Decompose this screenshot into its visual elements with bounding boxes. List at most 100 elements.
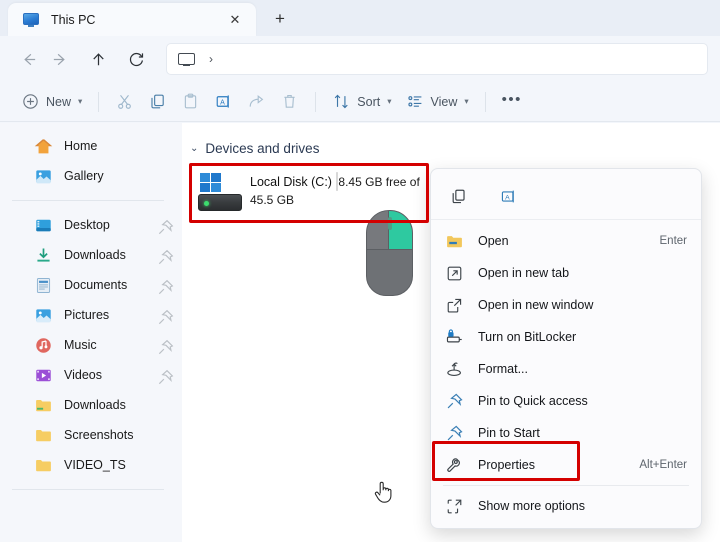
sidebar-item-music[interactable]: Music (0, 330, 182, 360)
pin-icon (445, 392, 464, 411)
pin-icon[interactable] (156, 308, 174, 325)
ellipsis-icon: ••• (501, 91, 522, 108)
sidebar-item-video-ts[interactable]: VIDEO_TS (0, 450, 182, 480)
sidebar-item-pictures[interactable]: Pictures (0, 300, 182, 330)
context-menu-item-label: Format... (478, 362, 529, 376)
group-header-devices-and-drives[interactable]: ⌄ Devices and drives (190, 141, 720, 156)
sidebar-item-label: Desktop (64, 218, 110, 232)
context-menu-toolbar: A (431, 174, 701, 220)
sidebar-item-label: Screenshots (64, 428, 134, 442)
sidebar-item-gallery[interactable]: Gallery (0, 161, 182, 191)
breadcrumb-separator[interactable]: › (209, 52, 213, 66)
sidebar-item-screenshots[interactable]: Screenshots (0, 420, 182, 450)
navigation-pane: Home Gallery Desktop Downloads Documents… (0, 123, 182, 542)
context-menu-item-turn-on-bitlocker[interactable]: Turn on BitLocker (431, 321, 701, 353)
documents-icon (34, 276, 52, 294)
cut-button[interactable] (108, 87, 141, 117)
view-button[interactable]: View ▾ (399, 87, 476, 117)
context-menu-item-label: Open (478, 234, 509, 248)
sidebar-item-downloads-folder[interactable]: Downloads (0, 390, 182, 420)
sidebar-item-label: Home (64, 139, 98, 153)
rename-button[interactable]: A (207, 87, 240, 117)
view-label: View (430, 94, 458, 109)
paste-button[interactable] (174, 87, 207, 117)
tab-strip: This PC ✕ + (0, 0, 720, 36)
context-menu-item-open-in-new-tab[interactable]: Open in new tab (431, 257, 701, 289)
pin-icon[interactable] (156, 278, 174, 295)
context-menu-item-format[interactable]: Format... (431, 353, 701, 385)
context-menu-item-shortcut: Enter (659, 235, 688, 247)
sidebar-item-documents[interactable]: Documents (0, 270, 182, 300)
desktop-icon (34, 216, 52, 234)
chevron-down-icon[interactable]: ▾ (78, 96, 82, 107)
context-menu-item-label: Pin to Start (478, 426, 540, 440)
open-new-window-icon (445, 296, 464, 315)
sidebar-item-label: VIDEO_TS (64, 458, 126, 472)
pin-icon (445, 424, 464, 443)
chevron-down-icon[interactable]: ⌄ (190, 143, 198, 154)
context-menu: A Open Enter Open in new tab Open in new… (430, 168, 702, 529)
copy-icon[interactable] (443, 182, 473, 212)
sort-button[interactable]: Sort ▾ (325, 87, 398, 117)
back-arrow-icon[interactable] (12, 43, 44, 75)
music-icon (34, 336, 52, 354)
divider (484, 91, 486, 112)
this-pc-icon (22, 11, 40, 29)
sidebar-item-videos[interactable]: Videos (0, 360, 182, 390)
drive-name: Local Disk (C:) (250, 175, 332, 189)
new-tab-button[interactable]: + (265, 4, 295, 34)
context-menu-item-open[interactable]: Open Enter (431, 225, 701, 257)
tab-this-pc[interactable]: This PC ✕ (8, 3, 256, 36)
share-button[interactable] (240, 87, 273, 117)
sidebar-item-label: Videos (64, 368, 102, 382)
delete-button[interactable] (273, 87, 306, 117)
context-menu-item-label: Turn on BitLocker (478, 330, 577, 344)
close-icon[interactable]: ✕ (224, 9, 246, 31)
local-disk-icon (196, 172, 244, 216)
sidebar-divider (12, 200, 164, 201)
folder-icon (34, 396, 52, 414)
refresh-icon[interactable] (120, 43, 152, 75)
folder-icon (34, 456, 52, 474)
sidebar-item-label: Downloads (64, 248, 126, 262)
context-menu-item-label: Pin to Quick access (478, 394, 588, 408)
open-new-tab-icon (445, 264, 464, 283)
sidebar-item-label: Downloads (64, 398, 126, 412)
pin-icon[interactable] (156, 248, 174, 265)
context-menu-item-label: Properties (478, 458, 535, 472)
context-menu-item-pin-to-quick-access[interactable]: Pin to Quick access (431, 385, 701, 417)
more-options-button[interactable]: ••• (495, 87, 529, 117)
pin-icon[interactable] (156, 368, 174, 385)
right-click-mouse-illustration (366, 210, 413, 296)
sidebar-item-downloads[interactable]: Downloads (0, 240, 182, 270)
pin-icon[interactable] (156, 218, 174, 235)
mouse-left-button (367, 211, 389, 250)
context-menu-item-shortcut: Alt+Enter (639, 459, 687, 471)
new-button[interactable]: New ▾ (14, 87, 89, 117)
divider (315, 91, 317, 112)
sidebar-item-desktop[interactable]: Desktop (0, 210, 182, 240)
folder-icon (34, 426, 52, 444)
this-pc-icon (177, 50, 196, 69)
copy-button[interactable] (141, 87, 174, 117)
sidebar-item-label: Documents (64, 278, 128, 292)
hand-pointer-cursor (372, 478, 396, 508)
forward-arrow-icon[interactable] (44, 43, 76, 75)
navigation-bar: › (0, 36, 720, 82)
rename-icon[interactable]: A (493, 182, 523, 212)
chevron-down-icon[interactable]: ▾ (387, 96, 391, 107)
chevron-down-icon[interactable]: ▾ (464, 96, 468, 107)
context-menu-item-properties[interactable]: Properties Alt+Enter (431, 449, 701, 481)
videos-icon (34, 366, 52, 384)
context-menu-item-pin-to-start[interactable]: Pin to Start (431, 417, 701, 449)
address-bar[interactable]: › (166, 43, 708, 75)
sidebar-item-label: Pictures (64, 308, 110, 322)
up-arrow-icon[interactable] (82, 43, 114, 75)
context-menu-item-show-more-options[interactable]: Show more options (431, 490, 701, 522)
context-menu-item-open-in-new-window[interactable]: Open in new window (431, 289, 701, 321)
sidebar-item-home[interactable]: Home (0, 131, 182, 161)
format-disk-icon (445, 360, 464, 379)
pictures-icon (34, 306, 52, 324)
command-bar: New ▾ A Sort ▾ View ▾ ••• (0, 82, 720, 122)
pin-icon[interactable] (156, 338, 174, 355)
